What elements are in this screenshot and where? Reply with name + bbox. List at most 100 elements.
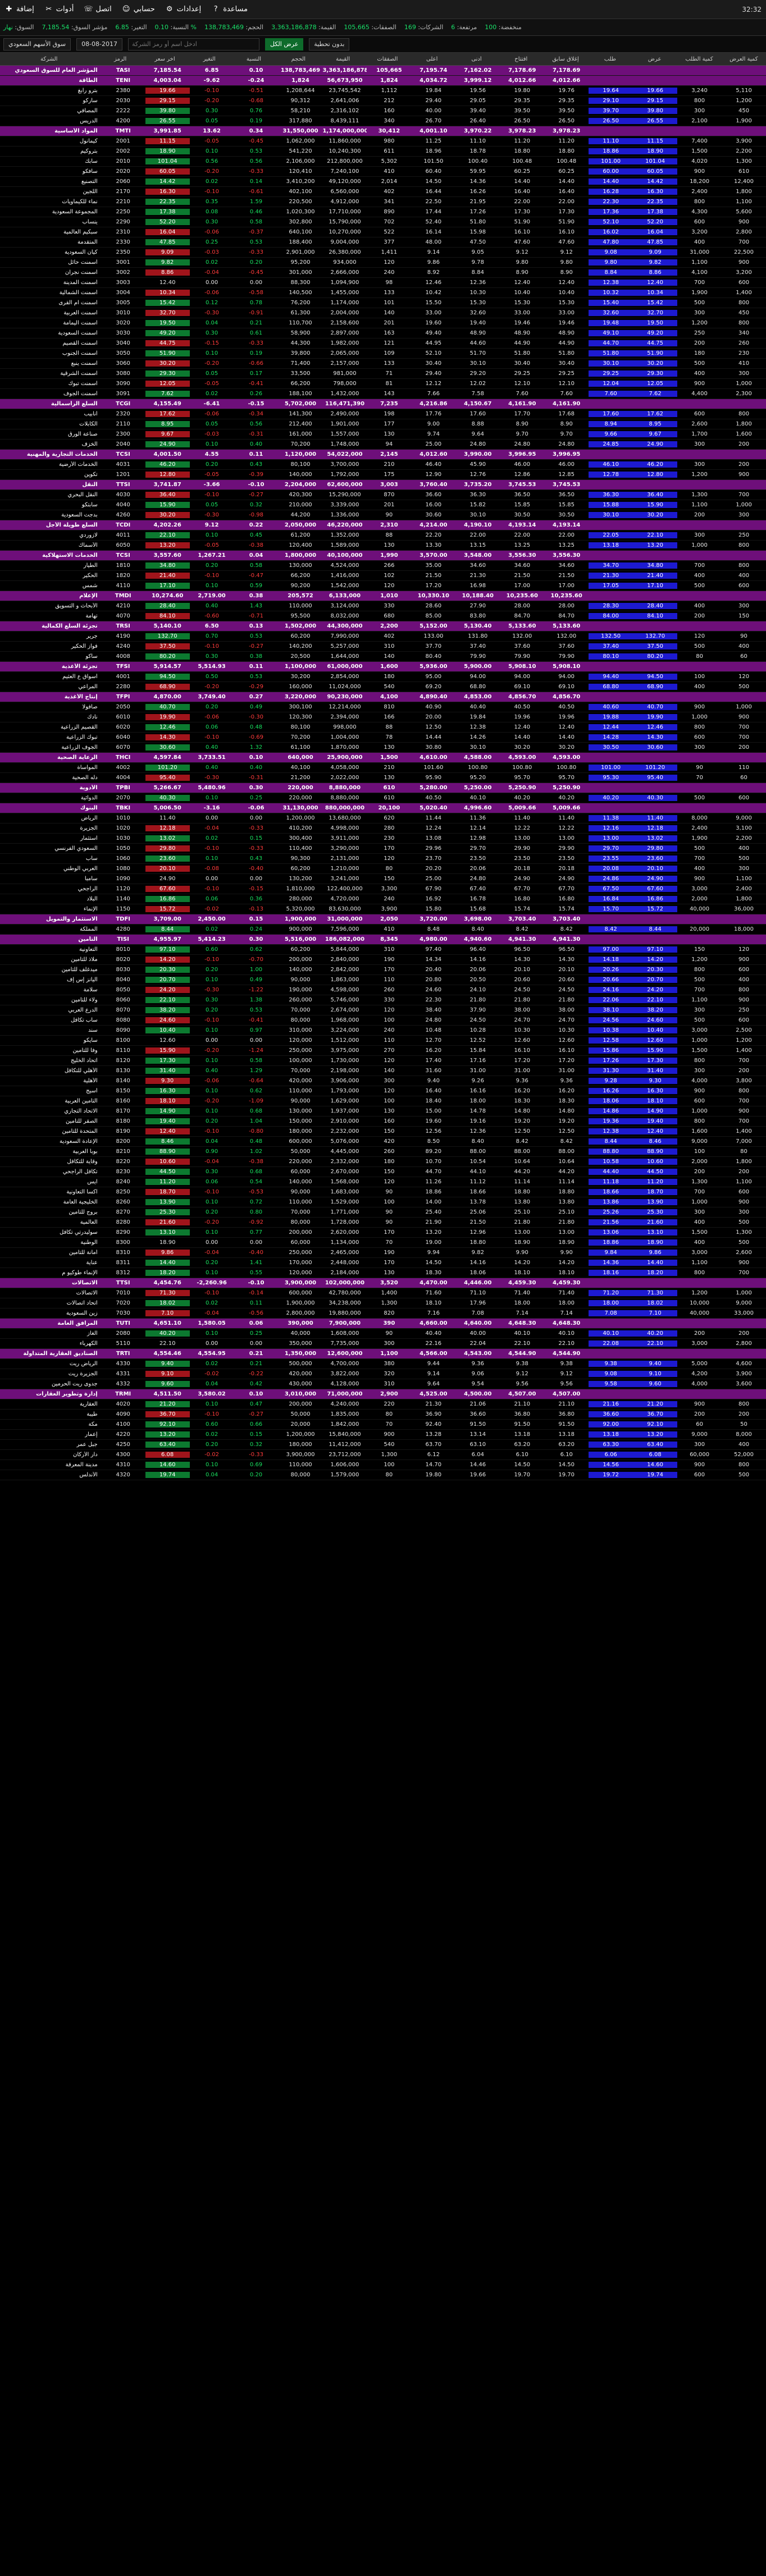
column-header[interactable]: كمية الطلب (677, 56, 721, 62)
table-row[interactable]: التصنيع 2060 14.42 0.02 0.14 3,410,200 49,120,… (0, 177, 766, 187)
table-row[interactable]: السعودي الفرنسي 1050 29.80 -0.10 -0.33 110,40… (0, 844, 766, 854)
table-row[interactable]: وقاية للتكافل 8220 10.60 -0.04 -0.38 220,000 2… (0, 1157, 766, 1167)
column-header[interactable]: الرمز (98, 56, 142, 62)
table-row[interactable]: تهامة 4070 84.10 -0.60 -0.71 95,500 8,032,000 6… (0, 611, 766, 621)
column-header[interactable]: التغير (187, 56, 231, 62)
sector-row[interactable]: النقل TTSI 3,741.87 -3.66 -0.10 2,204,000 62,6… (0, 480, 766, 490)
column-header[interactable]: الحجم (276, 56, 321, 62)
table-row[interactable]: بتروكيم 2002 18.90 0.10 0.53 541,220 10,240,30… (0, 147, 766, 157)
sector-row[interactable]: تجزئة السلع الكمالية TRSI 5,140.10 6.50 0.13… (0, 621, 766, 632)
table-row[interactable]: أسمنت المدينة 3003 12.40 0.00 0.00 88,300 1,09… (0, 278, 766, 288)
table-row[interactable]: الخزف 2040 24.90 0.10 0.40 70,200 1,748,000 94 2… (0, 440, 766, 450)
table-row[interactable]: اسمنت تبوك 3090 12.05 -0.05 -0.41 66,200 798,0… (0, 379, 766, 389)
table-row[interactable]: الدوائية 2070 40.30 0.10 0.25 220,000 8,880,00… (0, 793, 766, 803)
table-row[interactable]: صناعة الورق 2300 9.67 -0.03 -0.31 161,000 1,55… (0, 429, 766, 440)
table-row[interactable]: الإعادة السعودية 8200 8.46 0.04 0.48 600,000 5… (0, 1137, 766, 1147)
table-row[interactable]: أسمنت نجران 3002 8.86 -0.04 -0.45 301,000 2,66… (0, 268, 766, 278)
table-row[interactable]: الدريس 4200 26.55 0.05 0.19 317,880 8,439,111 3… (0, 116, 766, 126)
sector-row[interactable]: الطاقة TENI 4,003.04 -9.62 -0.24 1,824 56,673,… (0, 76, 766, 86)
table-row[interactable]: اسمنت ينبع 3060 30.20 -0.20 -0.66 71,400 2,157… (0, 359, 766, 369)
table-row[interactable]: الطيار 1810 34.80 0.20 0.58 130,000 4,524,000 2… (0, 561, 766, 571)
table-row[interactable]: إعمار 4220 13.20 0.02 0.15 1,200,000 15,840,00… (0, 1430, 766, 1440)
table-row[interactable]: الأسماك 6050 13.20 -0.05 -0.38 120,400 1,589,0… (0, 541, 766, 551)
table-row[interactable]: المجموعة السعودية 2250 17.38 0.08 0.46 1,020,… (0, 207, 766, 217)
table-row[interactable]: الغاز 2080 40.20 0.10 0.25 40,000 1,608,000 90 4… (0, 1329, 766, 1339)
table-row[interactable]: تكوين 1201 12.80 -0.05 -0.39 140,000 1,792,000… (0, 470, 766, 480)
table-row[interactable]: الحكير 1820 21.40 -0.10 -0.47 66,200 1,416,000… (0, 571, 766, 581)
table-row[interactable]: تبوك الزراعية 6040 14.30 -0.10 -0.69 70,200 1,… (0, 733, 766, 743)
column-header[interactable]: الصفقات (365, 56, 409, 62)
table-row[interactable]: صافولا 2050 40.70 0.20 0.49 300,100 12,214,000… (0, 702, 766, 712)
column-header[interactable]: إغلاق سابق (543, 56, 587, 62)
market-select[interactable]: سوق الأسهم السعودي (3, 38, 71, 51)
table-row[interactable]: اسمنت اليمامة 3020 19.50 0.04 0.21 110,700 2,1… (0, 318, 766, 328)
table-row[interactable]: أليانز إس إف 8040 20.70 0.10 0.49 90,000 1,863… (0, 975, 766, 985)
table-row[interactable]: الخليجية العامة 8260 13.90 0.10 0.72 110,000 1… (0, 1197, 766, 1207)
sector-row[interactable]: الخدمات الاستهلاكية TCSI 3,557.60 1,267.21 0… (0, 551, 766, 561)
table-row[interactable]: سابك 2010 101.04 0.56 0.56 2,106,000 212,800,0… (0, 157, 766, 167)
table-row[interactable]: تكافل الراجحي 8230 44.50 0.30 0.68 60,000 2,67… (0, 1167, 766, 1177)
menu-item-5[interactable]: ? مساعدة (211, 5, 248, 14)
table-row[interactable]: جبل عمر 4250 63.40 0.20 0.32 180,000 11,412,00… (0, 1440, 766, 1450)
table-row[interactable]: كيان السعودية 2350 9.09 -0.03 -0.33 2,901,000… (0, 248, 766, 258)
table-row[interactable]: المتقدمة 2330 47.85 0.25 0.53 188,400 9,004,00… (0, 237, 766, 248)
table-row[interactable]: سامبا 1090 24.90 0.00 0.00 130,200 3,241,000 15… (0, 874, 766, 884)
table-row[interactable]: ينساب 2290 52.20 0.30 0.58 302,800 15,790,000 7… (0, 217, 766, 227)
table-row[interactable]: أسيج 8150 16.30 0.10 0.62 110,000 1,793,000 120… (0, 1086, 766, 1096)
column-header[interactable]: آخر سعر (143, 56, 187, 62)
search-input[interactable] (128, 38, 260, 51)
table-row[interactable]: الأندلس 4320 19.74 0.04 0.20 80,000 1,579,000 8… (0, 1470, 766, 1480)
table-row[interactable]: أسمنت حائل 3001 9.82 0.02 0.20 95,200 934,000 1… (0, 258, 766, 268)
column-header[interactable]: النسبة (231, 56, 276, 62)
table-row[interactable]: بدجت السعودية 4260 30.20 -0.30 -0.98 44,200 1,… (0, 510, 766, 520)
table-row[interactable]: اسمنت الجوف 3091 7.62 0.02 0.26 188,100 1,432,… (0, 389, 766, 399)
table-row[interactable]: ايس 8240 11.20 0.06 0.54 140,000 1,568,000 120 1… (0, 1177, 766, 1187)
table-row[interactable]: اتحاد الخليج 8120 17.30 0.10 0.58 100,000 1,73… (0, 1056, 766, 1066)
column-header[interactable]: طلب (588, 56, 632, 62)
table-row[interactable]: المتحدة للتأمين 8190 12.40 -0.10 -0.80 180,00… (0, 1127, 766, 1137)
column-header[interactable]: عرض (632, 56, 677, 62)
table-row[interactable]: مدينة المعرفة 4310 14.60 0.10 0.69 110,000 1,6… (0, 1460, 766, 1470)
table-row[interactable]: دار الأركان 4300 6.08 -0.02 -0.33 3,900,000 23… (0, 1450, 766, 1460)
table-row[interactable]: بروج للتأمين 8270 25.30 0.20 0.80 70,000 1,771… (0, 1207, 766, 1218)
sector-row[interactable]: التأمين TISI 4,955.97 5,414.23 0.30 5,516,000… (0, 935, 766, 945)
column-header[interactable]: أدنى (454, 56, 499, 62)
table-row[interactable]: سافكو 2020 60.05 -0.20 -0.33 120,410 7,240,100… (0, 167, 766, 177)
sector-row[interactable]: المواد الأساسية TMTI 3,991.85 13.62 0.34 31,5… (0, 126, 766, 136)
column-header[interactable]: أعلى (410, 56, 454, 62)
table-row[interactable]: ملاذ للتأمين 8020 14.20 -0.10 -0.70 200,000 2,… (0, 955, 766, 965)
table-row[interactable]: كيمانول 2001 11.15 -0.05 -0.45 1,062,000 11,86… (0, 136, 766, 147)
table-row[interactable]: العقارية 4020 21.20 0.10 0.47 200,000 4,240,00… (0, 1399, 766, 1410)
table-row[interactable]: ميدغلف للتأمين 8030 20.30 0.20 1.00 140,000 2,… (0, 965, 766, 975)
table-row[interactable]: القصيم الزراعية 6020 12.46 0.06 0.48 80,100 99… (0, 722, 766, 733)
sector-row[interactable]: إنتاج الأغذية TFPI 4,870.00 3,749.40 0.27 3,2… (0, 692, 766, 702)
table-row[interactable]: اسمنت العربية 3010 32.70 -0.30 -0.91 61,300 2,… (0, 308, 766, 318)
table-row[interactable]: ولاء للتأمين 8060 22.10 0.30 1.38 260,000 5,74… (0, 995, 766, 1005)
table-row[interactable]: اسمنت ام القرى 3005 15.42 0.12 0.78 76,200 1,1… (0, 298, 766, 308)
menu-item-0[interactable]: ✚ إضافة (4, 5, 34, 14)
table-row[interactable]: الجزيرة 1020 12.18 -0.04 -0.33 410,200 4,998,0… (0, 823, 766, 834)
table-row[interactable]: الرياض 1010 11.40 0.00 0.00 1,200,000 13,680,0… (0, 813, 766, 823)
sector-row[interactable]: السلع طويلة الأجل TCDI 4,202.26 9.12 0.22 2,0… (0, 520, 766, 530)
table-row[interactable]: سايكو 8100 12.60 0.00 0.00 120,000 1,512,000 11… (0, 1036, 766, 1046)
table-row[interactable]: زين السعودية 7030 7.10 -0.04 -0.56 2,800,000 1… (0, 1308, 766, 1319)
table-row[interactable]: الراجحي 1120 67.60 -0.10 -0.15 1,810,000 122,4… (0, 884, 766, 894)
table-row[interactable]: بترو رابغ 2380 19.66 -0.10 -0.51 1,208,644 23,… (0, 86, 766, 96)
table-row[interactable]: جرير 4190 132.70 0.70 0.53 60,200 7,990,000 402… (0, 632, 766, 642)
sector-row[interactable]: الصناديق العقارية المتداولة TRTI 4,554.46 4… (0, 1349, 766, 1359)
table-row[interactable]: البلاد 1140 16.86 0.06 0.36 280,000 4,720,000 2… (0, 894, 766, 904)
table-row[interactable]: سابتكو 4040 15.90 0.05 0.32 210,000 3,339,000 2… (0, 500, 766, 510)
table-row[interactable]: ساب 1060 23.60 0.10 0.43 90,300 2,131,000 120 23… (0, 854, 766, 864)
table-row[interactable]: أنابيب 2320 17.62 -0.06 -0.34 141,300 2,490,00… (0, 409, 766, 419)
table-row[interactable]: الأهلي للتكافل 8130 31.40 0.40 1.29 70,000 2,1… (0, 1066, 766, 1076)
table-row[interactable]: أسمنت الشمالية 3004 10.34 -0.06 -0.58 140,500… (0, 288, 766, 298)
menu-item-2[interactable]: ☏ اتصل (84, 5, 111, 14)
table-row[interactable]: الأهلية 8140 9.30 -0.06 -0.64 420,000 3,906,00… (0, 1076, 766, 1086)
column-header[interactable]: افتتاح (499, 56, 543, 62)
table-row[interactable]: ساكو 4008 80.20 0.30 0.38 20,500 1,644,000 140 8… (0, 652, 766, 662)
table-row[interactable]: الدرع العربي 8070 38.20 0.20 0.53 70,000 2,674… (0, 1005, 766, 1015)
table-row[interactable]: اسمنت القصيم 3040 44.75 -0.15 -0.33 44,300 1,9… (0, 338, 766, 349)
table-row[interactable]: أسواق ع العثيم 4001 94.50 0.50 0.53 30,200 2,8… (0, 672, 766, 682)
column-header[interactable]: الشركة (0, 56, 98, 62)
table-row[interactable]: التأمين العربية 8160 18.10 -0.20 -1.09 90,000… (0, 1096, 766, 1106)
